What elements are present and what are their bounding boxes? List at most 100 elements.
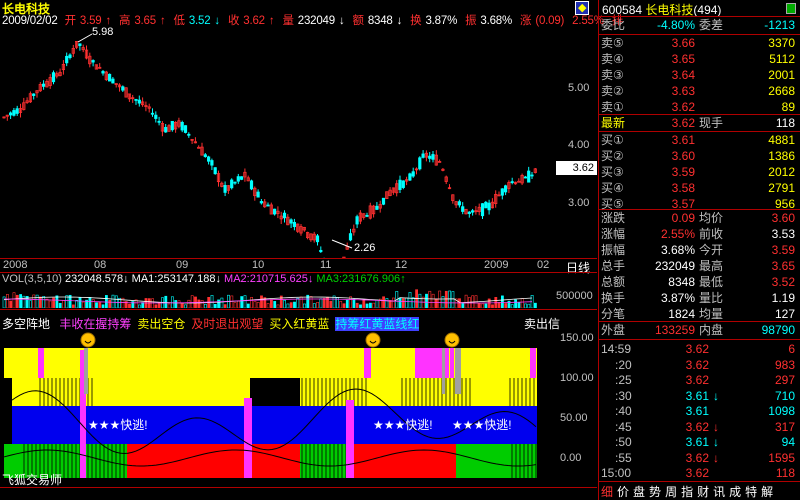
volume-bar <box>253 301 257 308</box>
nav-item[interactable]: 指 <box>681 485 693 499</box>
period-label[interactable]: 日线 <box>566 259 590 276</box>
volume-bar <box>362 299 366 308</box>
order-label: 买③ <box>601 165 624 179</box>
order-row[interactable]: 卖④ 3.65 5112 <box>599 51 799 67</box>
candle-body <box>32 93 36 96</box>
volume-bar <box>98 302 102 308</box>
waipan-row: 外盘 133259 内盘 98790 <box>601 323 795 337</box>
tick-volume: 297 <box>774 373 795 387</box>
candle-body <box>101 71 105 74</box>
candle-body <box>527 170 531 183</box>
band-gap <box>0 378 12 444</box>
order-row[interactable]: 卖⑤ 3.66 3370 <box>599 35 799 51</box>
volume-bar <box>500 295 504 308</box>
nav-item[interactable]: 价 <box>617 485 629 499</box>
xianshou-value: 118 <box>775 116 795 130</box>
volume-bar <box>167 303 171 308</box>
candle-body <box>259 201 264 204</box>
candlestick-chart[interactable] <box>0 26 597 258</box>
volume-bar <box>220 297 224 308</box>
order-row[interactable]: 卖② 3.63 2668 <box>599 83 799 99</box>
candle-body <box>249 180 254 190</box>
order-row[interactable]: 卖③ 3.64 2001 <box>599 67 799 83</box>
candle-body <box>503 185 508 193</box>
scroll-icon[interactable] <box>786 3 796 14</box>
tick-time: :20 <box>615 357 632 372</box>
volume-bar <box>520 298 524 308</box>
volume-bar <box>45 298 49 308</box>
nav-item[interactable]: 财 <box>697 485 709 499</box>
order-volume: 5112 <box>769 52 795 66</box>
signal-bar-magenta <box>364 348 371 378</box>
indicator-chart[interactable] <box>0 330 597 485</box>
tick-volume: 6 <box>788 342 795 356</box>
nav-item[interactable]: 细 <box>601 485 613 499</box>
order-row[interactable]: 买③ 3.59 2012 <box>599 164 799 180</box>
volume-bar <box>114 295 118 308</box>
order-row[interactable]: 买② 3.60 1386 <box>599 148 799 164</box>
tick-row: :40 3.61 1098 <box>599 403 799 419</box>
volume-bar <box>408 292 412 308</box>
x-tick-2008: 2008 <box>3 259 28 271</box>
stat-value: 3.53 <box>771 227 795 241</box>
chart-area[interactable]: 长电科技 ◆ 2009/02/02 开 3.59 ↑ 高 3.65 ↑ 低 3.52 ↓ 收 3.6… <box>0 0 623 500</box>
x-tick-2009: 2009 <box>484 259 509 271</box>
low-marker-label: 2.26 <box>354 242 376 254</box>
nav-item[interactable]: 势 <box>649 485 661 499</box>
stat-value: 3.65 <box>771 259 795 273</box>
candle-body <box>12 110 16 116</box>
high-marker-line <box>77 33 93 43</box>
bottom-nav: 细价盘势周指财讯成特解 <box>601 483 777 500</box>
volume-bar <box>289 302 293 308</box>
volume-bar <box>477 302 481 308</box>
candle-body <box>487 202 491 211</box>
stat-value: 2.55% <box>660 227 695 241</box>
candle-body <box>210 160 214 166</box>
candle-body <box>223 185 227 193</box>
tick-time: :45 <box>615 419 632 434</box>
stat-row: 振幅 3.68% 今开 3.59 <box>599 242 799 258</box>
order-label: 买① <box>601 133 624 147</box>
legend-item: 持筹红黄蓝线红 <box>335 317 420 331</box>
volume-bar <box>35 294 39 308</box>
nav-item[interactable]: 成 <box>729 485 741 499</box>
volume-bar <box>88 297 92 308</box>
order-row[interactable]: 买④ 3.58 2791 <box>599 180 799 196</box>
volume-bar <box>141 302 145 308</box>
nav-item[interactable]: 解 <box>761 485 773 499</box>
tick-time: :25 <box>615 373 632 387</box>
candle-body <box>480 203 485 217</box>
tick-arrow: ↓ <box>713 388 719 403</box>
tick-volume: 1595 <box>768 450 795 465</box>
volume-bar <box>418 293 422 308</box>
order-label: 卖② <box>601 84 624 98</box>
volume-bar <box>58 302 62 308</box>
nav-item[interactable]: 盘 <box>633 485 645 499</box>
candle-body <box>431 154 435 160</box>
volume-y-tick: 500000 <box>556 290 593 302</box>
volume-bar <box>365 303 369 308</box>
nav-item[interactable]: 特 <box>745 485 757 499</box>
order-price: 3.60 <box>671 149 695 163</box>
stat-value: 127 <box>774 307 795 321</box>
order-row[interactable]: 买① 3.61 4881 <box>599 132 799 148</box>
volume-bar <box>329 300 333 308</box>
stock-code: 600584 <box>602 3 643 17</box>
volume-bar <box>138 304 141 308</box>
volume-bar <box>352 298 356 308</box>
volume-bar <box>184 304 188 308</box>
volume-bar <box>302 303 306 308</box>
candle-body <box>91 60 95 63</box>
candle-body <box>398 179 402 190</box>
stat-label: 最低 <box>699 275 724 289</box>
nav-item[interactable]: 周 <box>665 485 677 499</box>
volume-chart[interactable] <box>0 284 597 308</box>
order-price: 3.59 <box>671 165 695 179</box>
volume-bar <box>382 296 386 308</box>
order-row[interactable]: 卖① 3.62 89 <box>599 99 799 115</box>
volume-bar <box>491 304 494 308</box>
ind-y-tick-150: 150.00 <box>560 332 594 344</box>
nav-item[interactable]: 讯 <box>713 485 725 499</box>
tick-volume: 94 <box>781 435 795 449</box>
candle-body <box>134 99 138 101</box>
